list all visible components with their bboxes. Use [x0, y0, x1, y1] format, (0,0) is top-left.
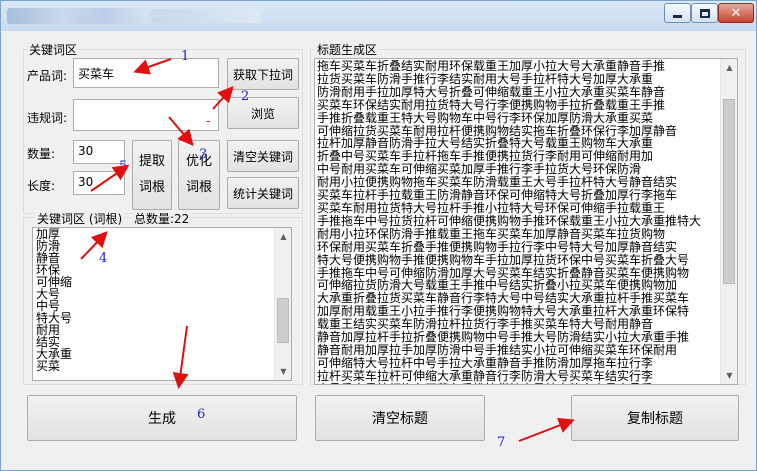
- annotation-number-7: 7: [497, 435, 506, 450]
- app-window: ✕ 关键词区 产品词: 买菜车 获取下拉词 违规词: 浏览 数量: 30 长度:…: [0, 0, 757, 471]
- root-keyword-item[interactable]: 防滑: [33, 240, 291, 252]
- root-total-count: 总数量:22: [132, 210, 192, 227]
- scroll-thumb[interactable]: [723, 99, 735, 284]
- scroll-up-arrow-icon[interactable]: ▲: [721, 59, 737, 76]
- generated-title-line: 耐用小拉环保防滑手推载重王拖车买菜车加厚静音买菜车拉货购物: [317, 226, 666, 241]
- keyword-group-legend: 关键词区: [27, 41, 80, 58]
- optimize-roots-line2: 词根: [185, 180, 212, 195]
- root-keyword-item[interactable]: 耐用: [33, 324, 291, 336]
- generated-title-line: 可伸缩特大号拉杆中号手拉大承重静音手推防滑加厚拖车拉行李: [317, 355, 654, 370]
- minimize-icon: [673, 14, 682, 18]
- close-button[interactable]: ✕: [718, 3, 754, 23]
- titles-scrollbar[interactable]: ▲ ▼: [720, 59, 737, 384]
- root-keyword-item[interactable]: 加厚: [33, 228, 291, 240]
- generated-titles-text: 拖车买菜车折叠结实耐用环保载重王加厚小拉大号大承重静音手推 拉货买菜车防滑手推行李…: [317, 60, 719, 384]
- product-word-label: 产品词:: [27, 69, 68, 83]
- maximize-button[interactable]: [691, 3, 718, 23]
- get-dropdown-words-button[interactable]: 获取下拉词: [227, 58, 299, 90]
- browse-button[interactable]: 浏览: [227, 97, 299, 129]
- generated-title-line: 大承重大号拉杆拖车买菜车手推拉货特大号结实静音中号大承重: [317, 382, 719, 384]
- generated-title-line: 防滑耐用手拉加厚特大号折叠可伸缩载重王小拉大承重买菜车静音: [317, 84, 666, 99]
- scroll-down-arrow-icon[interactable]: ▼: [721, 367, 737, 384]
- blurred-window-title-extra: [151, 9, 261, 23]
- generated-title-line: 拉货买菜车防滑手推行李结实耐用大号手拉杆特大号加厚大承重: [317, 71, 654, 86]
- root-keyword-item[interactable]: 特大号: [33, 312, 291, 324]
- clear-keywords-button[interactable]: 清空关键词: [227, 140, 299, 172]
- banned-word-input[interactable]: [73, 99, 219, 131]
- count-input[interactable]: 30: [73, 140, 125, 164]
- annotation-number-6: 6: [197, 407, 206, 422]
- length-input[interactable]: 30: [73, 171, 125, 195]
- generated-title-line: 买菜车环保结实耐用拉货特大号行李便携购物手拉折叠载重王手推: [317, 97, 666, 112]
- root-keyword-item[interactable]: 大号: [33, 288, 291, 300]
- root-keyword-item[interactable]: 买菜: [33, 360, 291, 372]
- maximize-icon: [699, 8, 710, 18]
- root-keyword-item[interactable]: 可伸缩: [33, 276, 291, 288]
- copy-titles-button[interactable]: 复制标题: [571, 395, 739, 441]
- arrow-7: [518, 417, 575, 442]
- scroll-up-arrow-icon[interactable]: ▲: [275, 228, 291, 245]
- annotation-dash: -: [206, 114, 211, 129]
- banned-word-label: 违规词:: [27, 111, 68, 125]
- length-label: 长度:: [27, 179, 56, 193]
- generated-title-line: 拉杆买菜车拉杆可伸缩大承重静音行李防滑大号买菜车结实行李: [317, 368, 654, 383]
- annotation-number-4: 4: [99, 251, 108, 266]
- generated-title-line: 买菜车耐用拉货特大号拉杆手推小拉特大号环保可伸缩手拉载重王: [317, 200, 666, 215]
- blurred-window-title: [7, 8, 147, 24]
- generated-title-line: 特大号便携购物手推便携购物车手拉加厚拉货环保中号买菜车折叠大号: [317, 252, 690, 267]
- root-list-scrollbar[interactable]: ▲ ▼: [274, 228, 291, 380]
- title-bar: ✕: [1, 1, 756, 31]
- scroll-down-arrow-icon[interactable]: ▼: [275, 363, 291, 380]
- root-keyword-list[interactable]: 加厚 防滑 静音 环保 可伸缩 大号 中号 特大号 耐用 结实 大承重 买菜 ▲ ▼: [32, 227, 292, 381]
- generated-titles-textarea[interactable]: 拖车买菜车折叠结实耐用环保载重王加厚小拉大号大承重静音手推 拉货买菜车防滑手推行李…: [314, 58, 738, 385]
- annotation-number-2: 2: [241, 89, 250, 104]
- generated-title-line: 静音加厚拉杆手拉折叠便携购物中号手推大号防滑结实小拉大承重手推: [317, 330, 690, 345]
- generated-title-line: 手推拖车中号拉货拉杆可伸缩便携购物手推环保载重王小拉大承重推特大: [317, 213, 702, 228]
- clear-titles-button[interactable]: 清空标题: [315, 395, 485, 441]
- root-keyword-items: 加厚 防滑 静音 环保 可伸缩 大号 中号 特大号 耐用 结实 大承重 买菜: [33, 228, 291, 372]
- title-group-legend: 标题生成区: [315, 41, 380, 58]
- scroll-thumb[interactable]: [277, 298, 289, 343]
- generate-button[interactable]: 生成: [27, 395, 297, 441]
- count-label: 数量:: [27, 147, 56, 161]
- generated-title-line: 手推折叠载重王特大号购物车中号行李环保加厚防滑大承重买菜: [317, 110, 654, 125]
- extract-roots-button[interactable]: 提取 词根: [132, 140, 172, 210]
- minimize-button[interactable]: [664, 3, 691, 23]
- generated-title-line: 静音耐用加厚拉手加厚防滑中号手推结实小拉可伸缩买菜车环保耐用: [317, 342, 678, 357]
- annotation-number-1: 1: [181, 49, 190, 64]
- extract-roots-line2: 词根: [138, 180, 165, 195]
- generated-title-line: 拖车买菜车折叠结实耐用环保载重王加厚小拉大号大承重静音手推: [317, 60, 666, 73]
- root-keyword-legend: 关键词区 (词根): [35, 210, 125, 227]
- root-keyword-item[interactable]: 静音: [33, 252, 291, 264]
- close-icon: ✕: [730, 5, 742, 21]
- root-keyword-item[interactable]: 大承重: [33, 348, 291, 360]
- stat-keywords-button[interactable]: 统计关键词: [227, 177, 299, 209]
- generated-title-line: 环保耐用买菜车折叠手推便携购物手拉行李中号特大号加厚静音结实: [317, 239, 678, 254]
- annotation-number-3: 3: [199, 147, 208, 162]
- annotation-number-5: 5: [119, 159, 128, 174]
- extract-roots-line1: 提取: [138, 154, 165, 169]
- product-word-input[interactable]: 买菜车: [73, 58, 219, 88]
